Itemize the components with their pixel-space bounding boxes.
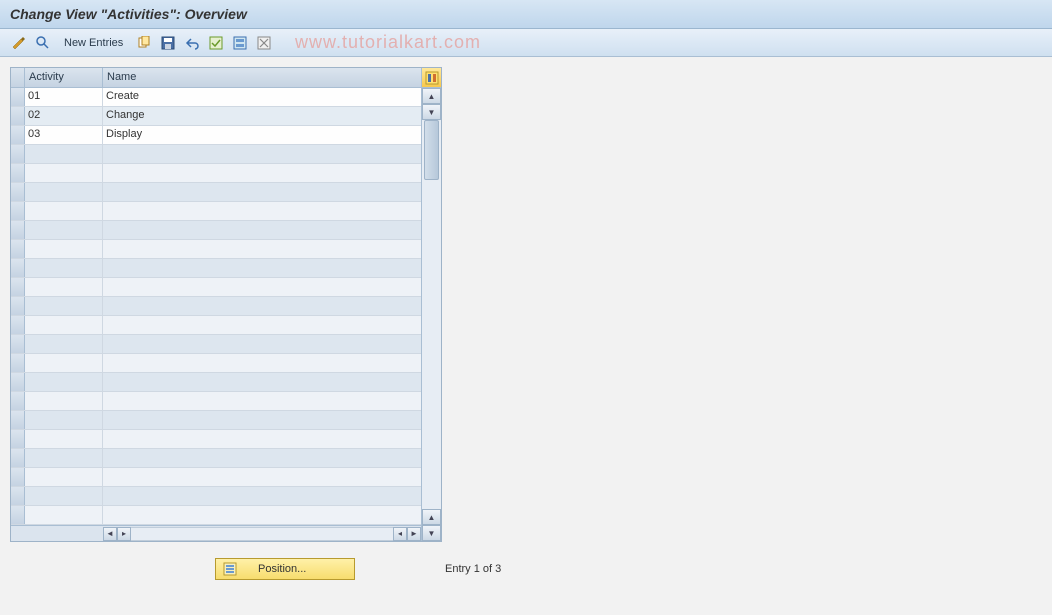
scroll-down-icon[interactable]: ▼ xyxy=(422,525,441,541)
scroll-up-step-icon[interactable]: ▲ xyxy=(422,509,441,525)
table-row-empty[interactable] xyxy=(11,468,421,487)
vertical-scrollbar[interactable]: ▲ ▼ ▲ ▼ xyxy=(421,68,441,541)
copy-icon[interactable] xyxy=(135,34,153,52)
hscroll-track[interactable] xyxy=(131,527,393,541)
cell-name[interactable]: Display xyxy=(103,126,421,144)
table-header-selector[interactable] xyxy=(11,68,25,87)
new-entries-button[interactable]: New Entries xyxy=(58,35,129,51)
column-header-activity[interactable]: Activity xyxy=(25,68,103,87)
table-row-empty[interactable] xyxy=(11,354,421,373)
table-row-empty[interactable] xyxy=(11,240,421,259)
table-row-empty[interactable] xyxy=(11,335,421,354)
table-row[interactable]: 03 Display xyxy=(11,126,421,145)
table-header-row: Activity Name xyxy=(11,68,421,88)
footer-row: Position... Entry 1 of 3 xyxy=(0,558,1052,580)
activities-table: Activity Name 01 Create 02 Change 03 Dis xyxy=(10,67,442,542)
cell-activity[interactable]: 03 xyxy=(25,126,103,144)
select-block-icon[interactable] xyxy=(231,34,249,52)
title-bar: Change View "Activities": Overview xyxy=(0,0,1052,29)
row-selector[interactable] xyxy=(11,88,25,106)
page-title: Change View "Activities": Overview xyxy=(10,6,247,22)
table-row[interactable]: 01 Create xyxy=(11,88,421,107)
table-row-empty[interactable] xyxy=(11,487,421,506)
undo-change-icon[interactable] xyxy=(183,34,201,52)
table-row[interactable]: 02 Change xyxy=(11,107,421,126)
position-icon xyxy=(222,561,238,577)
row-selector[interactable] xyxy=(11,126,25,144)
horizontal-scrollbar[interactable]: ◄ ▸ ◂ ► xyxy=(11,525,421,541)
toggle-change-icon[interactable] xyxy=(10,34,28,52)
row-selector[interactable] xyxy=(11,107,25,125)
table-row-empty[interactable] xyxy=(11,449,421,468)
find-icon[interactable] xyxy=(34,34,52,52)
content-area: Activity Name 01 Create 02 Change 03 Dis xyxy=(0,57,1052,552)
entry-status-text: Entry 1 of 3 xyxy=(445,563,501,575)
table-row-empty[interactable] xyxy=(11,221,421,240)
table-row-empty[interactable] xyxy=(11,164,421,183)
scroll-left-icon[interactable]: ▸ xyxy=(117,527,131,541)
save-icon[interactable] xyxy=(159,34,177,52)
scroll-right-icon[interactable]: ◂ xyxy=(393,527,407,541)
select-all-icon[interactable] xyxy=(207,34,225,52)
application-toolbar: New Entries www.tutorialkart.com xyxy=(0,29,1052,57)
table-row-empty[interactable] xyxy=(11,506,421,525)
cell-activity[interactable]: 02 xyxy=(25,107,103,125)
table-row-empty[interactable] xyxy=(11,183,421,202)
table-row-empty[interactable] xyxy=(11,297,421,316)
column-header-name[interactable]: Name xyxy=(103,68,421,87)
position-button[interactable]: Position... xyxy=(215,558,355,580)
cell-name[interactable]: Change xyxy=(103,107,421,125)
table-row-empty[interactable] xyxy=(11,430,421,449)
vscroll-track[interactable] xyxy=(422,120,441,509)
table-row-empty[interactable] xyxy=(11,411,421,430)
table-row-empty[interactable] xyxy=(11,278,421,297)
deselect-all-icon[interactable] xyxy=(255,34,273,52)
scroll-first-icon[interactable]: ◄ xyxy=(103,527,117,541)
table-body: 01 Create 02 Change 03 Display xyxy=(11,88,421,525)
position-button-label: Position... xyxy=(258,563,306,575)
cell-activity[interactable]: 01 xyxy=(25,88,103,106)
table-row-empty[interactable] xyxy=(11,145,421,164)
vscroll-thumb[interactable] xyxy=(424,120,439,180)
table-settings-icon[interactable] xyxy=(422,68,441,88)
table-row-empty[interactable] xyxy=(11,373,421,392)
table-row-empty[interactable] xyxy=(11,202,421,221)
scroll-last-icon[interactable]: ► xyxy=(407,527,421,541)
scroll-down-step-icon[interactable]: ▼ xyxy=(422,104,441,120)
cell-name[interactable]: Create xyxy=(103,88,421,106)
table-row-empty[interactable] xyxy=(11,259,421,278)
table-row-empty[interactable] xyxy=(11,316,421,335)
watermark-text: www.tutorialkart.com xyxy=(295,32,481,53)
scroll-up-icon[interactable]: ▲ xyxy=(422,88,441,104)
table-row-empty[interactable] xyxy=(11,392,421,411)
